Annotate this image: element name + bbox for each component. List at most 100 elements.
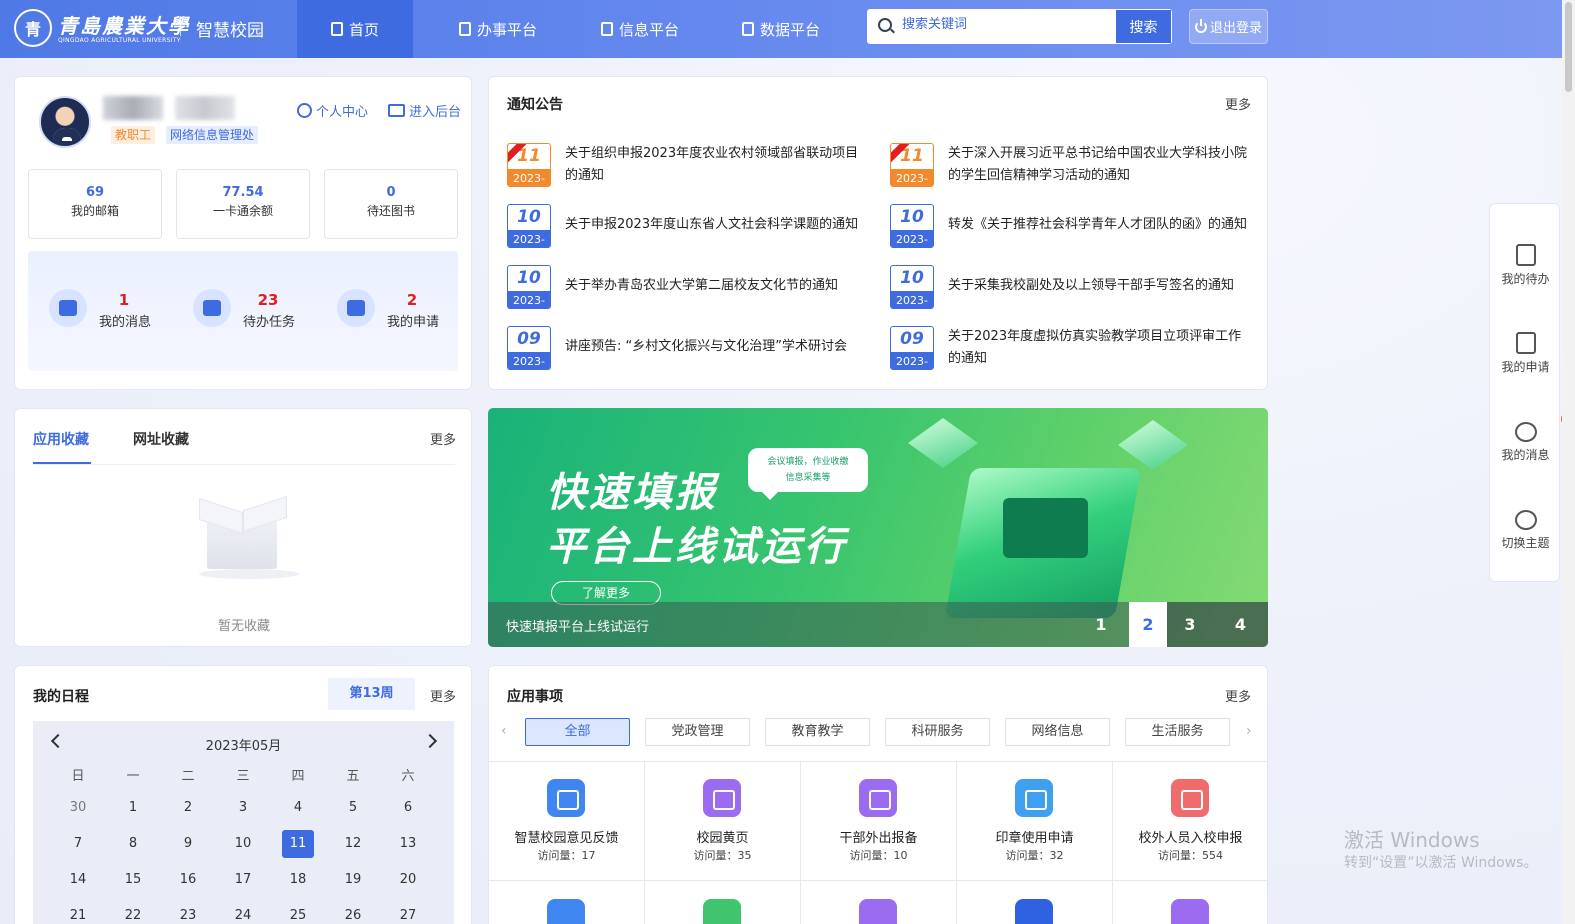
notice-item[interactable]: 10 2023-05 关于举办青岛农业大学第二届校友文化节的通知	[507, 265, 865, 309]
calendar-day[interactable]: 26	[337, 902, 369, 924]
calendar-day[interactable]: 10	[227, 830, 259, 858]
calendar-day[interactable]: 15	[117, 866, 149, 894]
calendar-day[interactable]: 22	[117, 902, 149, 924]
nav-data-platform[interactable]: 数据平台	[723, 0, 839, 58]
my-messages-item[interactable]: 1 我的消息	[49, 289, 159, 335]
carousel-page-2[interactable]: 2	[1129, 602, 1167, 647]
blurred-user-id	[175, 96, 235, 120]
app-visits: 访问量：17	[537, 849, 596, 862]
notice-more-link[interactable]: 更多	[1225, 94, 1251, 113]
tab-url-favorites[interactable]: 网址收藏	[133, 429, 189, 449]
app-tile[interactable]: 智慧校园意见反馈 访问量：17	[489, 761, 644, 880]
app-tile[interactable]: 印章使用申请 访问量：32	[957, 761, 1112, 880]
week-button[interactable]: 第13周	[328, 678, 415, 710]
stat-mailbox[interactable]: 69 我的邮箱	[28, 169, 162, 239]
category-research[interactable]: 科研服务	[885, 718, 990, 746]
calendar-day[interactable]: 8	[117, 830, 149, 858]
calendar-day[interactable]: 1	[117, 794, 149, 822]
notice-item[interactable]: 112023-05 关于深入开展习近平总书记给中国农业大学科技小院的学生回信精神学…	[890, 143, 1248, 187]
schedule-more-link[interactable]: 更多	[430, 686, 456, 705]
stat-label: 我的邮箱	[70, 204, 119, 218]
apps-more-link[interactable]: 更多	[1225, 686, 1251, 705]
notice-day: 10	[517, 268, 541, 288]
backend-link[interactable]: 进入后台	[388, 101, 461, 120]
app-tile[interactable]: 干部外出报备 访问量：10	[801, 761, 956, 880]
carousel-page-4[interactable]: 4	[1213, 602, 1268, 647]
dock-my-messages[interactable]: 6 我的消息	[1490, 412, 1575, 463]
carousel-page-3[interactable]: 3	[1167, 602, 1213, 647]
calendar-day[interactable]: 6	[392, 794, 424, 822]
app-tile[interactable]: 校外人员入校申报 访问量：554	[1113, 761, 1268, 880]
university-logo: 青	[14, 9, 52, 47]
notice-item[interactable]: 10 2023-05 关于申报2023年度山东省人文社会科学课题的通知	[507, 204, 865, 248]
nav-home[interactable]: 首页	[297, 0, 413, 58]
calendar-day[interactable]: 4	[282, 794, 314, 822]
chevron-right-icon[interactable]: ›	[1246, 723, 1252, 739]
personal-center-link[interactable]: 个人中心	[297, 101, 368, 120]
calendar-day[interactable]: 21	[62, 902, 94, 924]
calendar-day[interactable]: 9	[172, 830, 204, 858]
search-button[interactable]: 搜索	[1116, 10, 1171, 43]
app-tile[interactable]	[957, 899, 1112, 924]
calendar-day[interactable]: 25	[282, 902, 314, 924]
tab-app-favorites[interactable]: 应用收藏	[33, 429, 89, 449]
calendar-day-selected[interactable]: 11	[282, 830, 314, 858]
calendar-day[interactable]: 13	[392, 830, 424, 858]
search-input[interactable]	[902, 17, 1082, 32]
nav-service-platform[interactable]: 办事平台	[440, 0, 556, 58]
category-all[interactable]: 全部	[525, 718, 630, 746]
notice-text: 关于举办青岛农业大学第二届校友文化节的通知	[565, 278, 839, 293]
calendar-day[interactable]: 7	[62, 830, 94, 858]
app-tile[interactable]	[801, 899, 956, 924]
app-tile[interactable]	[645, 899, 800, 924]
calendar-day[interactable]: 23	[172, 902, 204, 924]
calendar-day[interactable]: 19	[337, 866, 369, 894]
university-name-en: QINGDAO AGRICULTURAL UNIVERSITY	[58, 37, 181, 44]
dock-my-applications[interactable]: 2 我的申请	[1490, 322, 1575, 375]
app-icon	[703, 779, 741, 817]
category-party-admin[interactable]: 党政管理	[645, 718, 750, 746]
app-tile[interactable]: 校园黄页 访问量：35	[645, 761, 800, 880]
calendar-day[interactable]: 27	[392, 902, 424, 924]
dock-switch-theme[interactable]: 切换主题	[1490, 510, 1561, 551]
chevron-left-icon[interactable]: ‹	[501, 723, 507, 739]
banner-carousel[interactable]: 快速填报 平台上线试运行 会议填报，作业收缴 信息采集等 了解更多 快速填报平台上…	[488, 408, 1268, 647]
category-teaching[interactable]: 教育教学	[765, 718, 870, 746]
my-applications-item[interactable]: 2 我的申请	[337, 289, 447, 335]
app-tile[interactable]	[1113, 899, 1268, 924]
notice-item[interactable]: 112023-05 关于组织申报2023年度农业农村领域部省联动项目的通知	[507, 143, 865, 187]
notice-day: 10	[900, 207, 924, 227]
dock-my-todo[interactable]: 21 我的待办	[1490, 234, 1575, 287]
stat-books-due[interactable]: 0 待还图书	[324, 169, 458, 239]
app-tile[interactable]	[489, 899, 644, 924]
notice-month: 2023-05	[508, 169, 550, 186]
calendar-day[interactable]: 3	[227, 794, 259, 822]
notice-text: 关于采集我校副处及以上领导干部手写签名的通知	[948, 278, 1235, 293]
category-network[interactable]: 网络信息	[1005, 718, 1110, 746]
logout-button[interactable]: 退出登录	[1189, 9, 1268, 44]
calendar-day[interactable]: 30	[62, 794, 94, 822]
scrollbar[interactable]	[1562, 0, 1575, 924]
calendar-day[interactable]: 17	[227, 866, 259, 894]
favorites-more-link[interactable]: 更多	[430, 429, 456, 448]
calendar-day[interactable]: 16	[172, 866, 204, 894]
notice-item[interactable]: 10 2023-05 转发《关于推荐社会科学青年人才团队的函》的通知	[890, 204, 1248, 248]
pending-tasks-item[interactable]: 23 待办任务	[193, 289, 303, 335]
notice-item[interactable]: 09 2023-05 关于2023年度虚拟仿真实验教学项目立项评审工作的通知	[890, 326, 1248, 370]
calendar: 2023年05月 日一二三四五六 30 1 2 3 4 5 6 7 8 9 10 11 12 13 14 15 1…	[33, 721, 454, 924]
category-life[interactable]: 生活服务	[1125, 718, 1230, 746]
calendar-day[interactable]: 2	[172, 794, 204, 822]
bubble-line-1: 会议填报，作业收缴	[767, 457, 849, 467]
calendar-day[interactable]: 5	[337, 794, 369, 822]
notice-item[interactable]: 09 2023-05 讲座预告: “乡村文化振兴与文化治理”学术研讨会	[507, 326, 865, 370]
stat-card-balance[interactable]: 77.54 一卡通余额	[176, 169, 310, 239]
calendar-day[interactable]: 20	[392, 866, 424, 894]
calendar-day[interactable]: 14	[62, 866, 94, 894]
carousel-page-1[interactable]: 1	[1078, 602, 1124, 647]
notice-item[interactable]: 10 2023-05 关于采集我校副处及以上领导干部手写签名的通知	[890, 265, 1248, 309]
calendar-day[interactable]: 24	[227, 902, 259, 924]
scrollbar-thumb[interactable]	[1565, 2, 1572, 92]
calendar-day[interactable]: 18	[282, 866, 314, 894]
nav-info-platform[interactable]: 信息平台	[582, 0, 698, 58]
calendar-day[interactable]: 12	[337, 830, 369, 858]
